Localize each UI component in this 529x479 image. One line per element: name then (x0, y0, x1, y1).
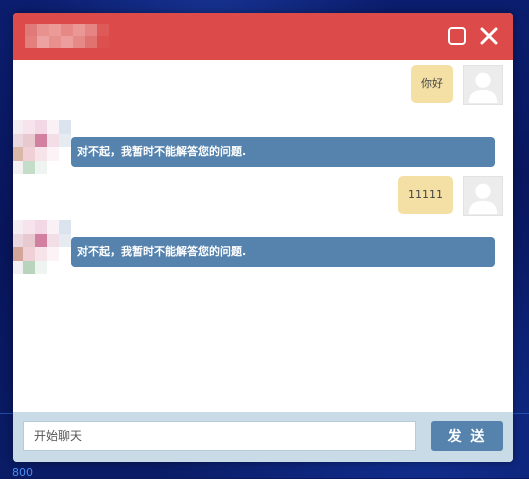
user-message-bubble: 11111 (398, 176, 453, 214)
maximize-icon[interactable] (446, 25, 468, 47)
message-row-user: 11111 (398, 176, 503, 216)
message-row-bot: 对不起，我暂时不能解答您的问题. (13, 120, 495, 174)
background-label: 800 (12, 466, 33, 479)
title-avatar-blurred (25, 24, 109, 48)
message-row-bot: 对不起，我暂时不能解答您的问题. (13, 220, 495, 274)
send-button[interactable]: 发 送 (431, 421, 503, 451)
bot-avatar-blurred (13, 120, 71, 174)
user-silhouette-icon (468, 183, 498, 214)
chat-window: 你好 对不起，我暂时不能解答您的问题. 11111 对不起，我暂时不能解答您的问… (13, 13, 513, 462)
user-message-bubble: 你好 (411, 65, 453, 103)
bot-message-bubble: 对不起，我暂时不能解答您的问题. (71, 237, 495, 267)
chat-input[interactable] (23, 421, 416, 451)
user-avatar (463, 176, 503, 216)
user-silhouette-icon (468, 72, 498, 103)
message-list: 你好 对不起，我暂时不能解答您的问题. 11111 对不起，我暂时不能解答您的问… (13, 60, 513, 412)
composer-bar: 发 送 (13, 412, 513, 462)
user-avatar (463, 65, 503, 105)
bot-message-bubble: 对不起，我暂时不能解答您的问题. (71, 137, 495, 167)
close-icon[interactable] (478, 25, 500, 47)
bot-avatar-blurred (13, 220, 71, 274)
title-bar (13, 13, 513, 60)
message-row-user: 你好 (411, 65, 503, 105)
